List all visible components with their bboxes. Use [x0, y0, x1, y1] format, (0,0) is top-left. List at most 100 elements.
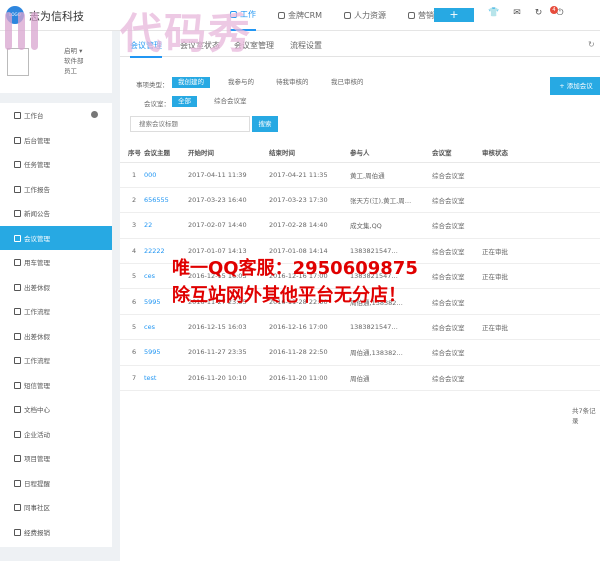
- briefcase-icon: [14, 112, 21, 119]
- cell-status: [482, 288, 600, 315]
- sidebar-item-workbench[interactable]: 工作台: [0, 103, 112, 128]
- filter-created-by-me[interactable]: 我创建的: [172, 77, 210, 88]
- user-name[interactable]: 启明 ▾: [64, 46, 84, 56]
- cell-room: 综合会议室: [432, 314, 482, 341]
- col-header-status: 审核状态: [482, 142, 600, 163]
- location-icon: [14, 332, 21, 340]
- cell-status: 正在审批: [482, 238, 600, 265]
- filter-participating[interactable]: 我参与的: [222, 77, 260, 88]
- cell-end: 2016-11-20 11:00: [269, 365, 350, 392]
- user-role: 员工: [64, 67, 77, 75]
- sidebar-item-tasks[interactable]: 任务管理: [0, 152, 112, 177]
- cell-participants: 周伯通: [350, 365, 432, 392]
- money-icon: [14, 528, 21, 536]
- room-filter-all[interactable]: 全部: [172, 96, 197, 107]
- room-filter-general[interactable]: 综合会议室: [208, 96, 253, 107]
- cell-status: [482, 162, 600, 188]
- room-filter-label: 会议室：: [144, 100, 170, 108]
- task-icon: [14, 161, 21, 168]
- avatar[interactable]: [7, 48, 29, 76]
- watermark-bar: [18, 12, 25, 50]
- flow-icon: [14, 357, 21, 364]
- cell-end: 2016-11-28 22:50: [269, 339, 350, 366]
- sidebar-item-workflow[interactable]: 工作流程: [0, 299, 112, 324]
- watermark-bar: [31, 12, 38, 50]
- table-row[interactable]: 3 22 2017-02-07 14:40 2017-02-28 14:40 成…: [120, 212, 600, 239]
- cell-status: 正在审批: [482, 263, 600, 290]
- sidebar-item-leave[interactable]: 出差休假: [0, 275, 112, 300]
- activity-icon: [14, 430, 21, 438]
- table-row[interactable]: 2 656555 2017-03-23 16:40 2017-03-23 17:…: [120, 187, 600, 214]
- quick-add-button[interactable]: +: [434, 8, 474, 22]
- table-row[interactable]: 7 test 2016-11-20 10:10 2016-11-20 11:00…: [120, 365, 600, 392]
- cell-end: 2017-04-21 11:35: [269, 162, 350, 188]
- sidebar-item-projects[interactable]: 项目管理: [0, 446, 112, 471]
- cell-subject-link[interactable]: 22: [144, 212, 188, 239]
- refresh-icon[interactable]: ↻: [588, 40, 595, 49]
- sidebar-item-workflow-2[interactable]: 工作流程: [0, 348, 112, 373]
- mail-icon[interactable]: ✉: [513, 8, 521, 18]
- gear-icon[interactable]: [91, 111, 98, 118]
- sidebar-item-schedule[interactable]: 日程提醒: [0, 471, 112, 496]
- sidebar-item-meetings[interactable]: 会议管理: [0, 225, 112, 250]
- cell-index: 6: [120, 339, 144, 366]
- cell-room: 综合会议室: [432, 162, 482, 188]
- cell-room: 综合会议室: [432, 187, 482, 214]
- sidebar-item-expenses[interactable]: 经费报销: [0, 520, 112, 545]
- refresh-icon[interactable]: ↻: [535, 8, 543, 18]
- sidebar-item-community[interactable]: 同事社区: [0, 495, 112, 520]
- search-button[interactable]: 搜索: [252, 116, 278, 132]
- total-count: 共7条记录: [572, 407, 596, 425]
- cell-start: 2017-02-07 14:40: [188, 212, 269, 239]
- nav-item-hr[interactable]: 人力资源: [344, 0, 386, 31]
- cell-participants: 周伯通,138382…: [350, 339, 432, 366]
- sidebar-item-vehicles[interactable]: 用车管理: [0, 250, 112, 275]
- cell-start: 2017-04-11 11:39: [188, 162, 269, 188]
- watermark-ad: 唯一QQ客服：2950609875 除互站网外其他平台无分店！: [172, 255, 418, 309]
- cell-end: 2017-02-28 14:40: [269, 212, 350, 239]
- cell-index: 5: [120, 314, 144, 341]
- cell-status: [482, 365, 600, 392]
- cell-end: 2016-12-16 17:00: [269, 314, 350, 341]
- type-filter-label: 事项类型：: [136, 81, 169, 89]
- cell-index: 4: [120, 238, 144, 265]
- calendar-icon: [14, 479, 21, 487]
- filter-reviewed[interactable]: 我已审核的: [325, 77, 370, 88]
- cell-subject-link[interactable]: ces: [144, 314, 188, 341]
- sidebar-item-reports[interactable]: 工作报告: [0, 177, 112, 202]
- col-header-start: 开始时间: [188, 142, 269, 163]
- cell-subject-link[interactable]: test: [144, 365, 188, 392]
- watermark-ad-line2: 除互站网外其他平台无分店！: [172, 285, 406, 306]
- add-meeting-button[interactable]: + 添加会议: [550, 77, 600, 95]
- tab-process-settings[interactable]: 流程设置: [290, 40, 322, 51]
- cell-index: 3: [120, 212, 144, 239]
- cell-status: [482, 212, 600, 239]
- table-row[interactable]: 5 ces 2016-12-15 16:03 2016-12-16 17:00 …: [120, 314, 600, 341]
- table-row[interactable]: 6 5995 2016-11-27 23:35 2016-11-28 22:50…: [120, 339, 600, 366]
- location-icon: [14, 283, 21, 291]
- shirt-icon[interactable]: 👕: [488, 8, 499, 18]
- sidebar-item-leave-2[interactable]: 出差休假: [0, 324, 112, 349]
- cell-subject-link[interactable]: 656555: [144, 187, 188, 214]
- cell-room: 综合会议室: [432, 238, 482, 265]
- sidebar-item-documents[interactable]: 文档中心: [0, 397, 112, 422]
- sidebar-item-activities[interactable]: 企业活动: [0, 422, 112, 447]
- search-input[interactable]: [130, 116, 250, 132]
- nav-item-crm[interactable]: 金牌CRM: [278, 0, 322, 31]
- cell-start: 2016-11-27 23:35: [188, 339, 269, 366]
- cell-subject-link[interactable]: 000: [144, 162, 188, 188]
- cell-participants: 张天方(江),黄工,周…: [350, 187, 432, 214]
- group-icon: [14, 234, 21, 242]
- cell-subject-link[interactable]: 5995: [144, 339, 188, 366]
- sidebar-item-admin[interactable]: 后台管理: [0, 128, 112, 153]
- sidebar-item-news[interactable]: 新闻公告: [0, 201, 112, 226]
- car-icon: [14, 259, 21, 266]
- sidebar-item-sms[interactable]: 短信管理: [0, 373, 112, 398]
- table-row[interactable]: 1 000 2017-04-11 11:39 2017-04-21 11:35 …: [120, 162, 600, 188]
- cell-room: 综合会议室: [432, 212, 482, 239]
- filter-pending-review[interactable]: 待我审核的: [270, 77, 315, 88]
- project-icon: [14, 455, 21, 462]
- megaphone-icon: [14, 210, 21, 217]
- top-bar: LOGO 志为信科技 工作 金牌CRM 人力资源 营销活动 + 👕 ✉ ↻ ⏻ …: [0, 0, 600, 31]
- mail-badge: 4: [550, 6, 558, 14]
